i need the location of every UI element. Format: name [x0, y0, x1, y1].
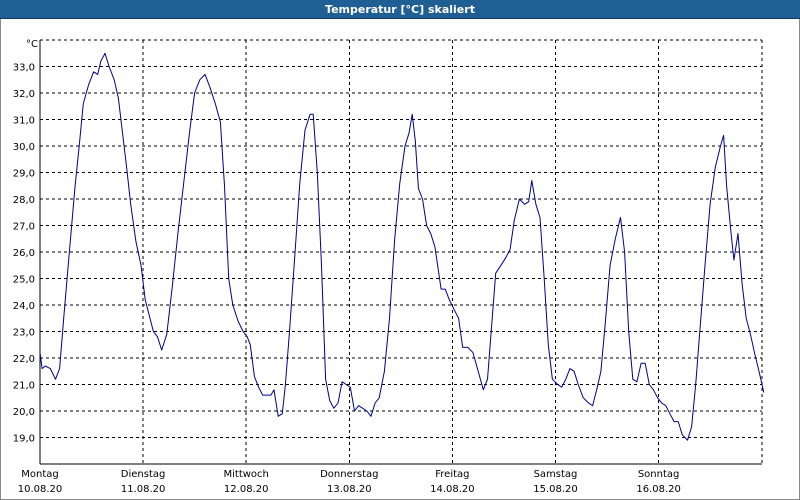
y-tick-label: 21,0 [13, 381, 35, 392]
x-tick-day: Sonntag [638, 469, 680, 480]
x-tick-date: 15.08.20 [533, 484, 578, 495]
x-tick-day: Freitag [435, 469, 469, 480]
x-tick-day: Dienstag [121, 469, 166, 480]
y-tick-labels: 19,0 20,0 21,0 22,0 23,0 24,0 25,0 26,0 27,0 28,0… [13, 63, 35, 445]
y-tick-label: 23,0 [13, 328, 35, 339]
y-axis-unit-label: °C [26, 39, 38, 50]
x-tick-day: Montag [21, 469, 58, 480]
x-tick-date: 11.08.20 [121, 484, 166, 495]
grid-layer [40, 39, 763, 464]
y-tick-label: 19,0 [13, 434, 35, 445]
y-tick-label: 33,0 [13, 63, 35, 74]
y-tick-label: 22,0 [13, 354, 35, 365]
x-tick-date: 12.08.20 [224, 484, 269, 495]
x-tick-date: 13.08.20 [327, 484, 372, 495]
y-tick-label: 29,0 [13, 169, 35, 180]
x-tick-date: 14.08.20 [430, 484, 475, 495]
x-tick-labels: Montag 10.08.20 Dienstag 11.08.20 Mittwoch 12… [18, 469, 681, 495]
x-tick-date: 16.08.20 [636, 484, 681, 495]
series-layer [39, 52, 765, 441]
y-tick-label: 31,0 [13, 116, 35, 127]
temperature-chart: °C 19,0 20,0 21,0 22,0 23,0 24,0 25,0 26,0 27,0 2… [13, 39, 765, 495]
x-tick-date: 10.08.20 [18, 484, 63, 495]
y-tick-label: 27,0 [13, 222, 35, 233]
y-tick-label: 28,0 [13, 195, 35, 206]
temperature-series-line [39, 52, 765, 441]
y-tick-label: 30,0 [13, 142, 35, 153]
x-tick-day: Samstag [534, 469, 578, 480]
y-tick-label: 26,0 [13, 248, 35, 259]
y-tick-label: 20,0 [13, 407, 35, 418]
x-tick-day: Mittwoch [224, 469, 269, 480]
y-tick-label: 25,0 [13, 275, 35, 286]
y-tick-label: 32,0 [13, 89, 35, 100]
x-tick-day: Donnerstag [320, 469, 378, 480]
y-tick-label: 24,0 [13, 301, 35, 312]
